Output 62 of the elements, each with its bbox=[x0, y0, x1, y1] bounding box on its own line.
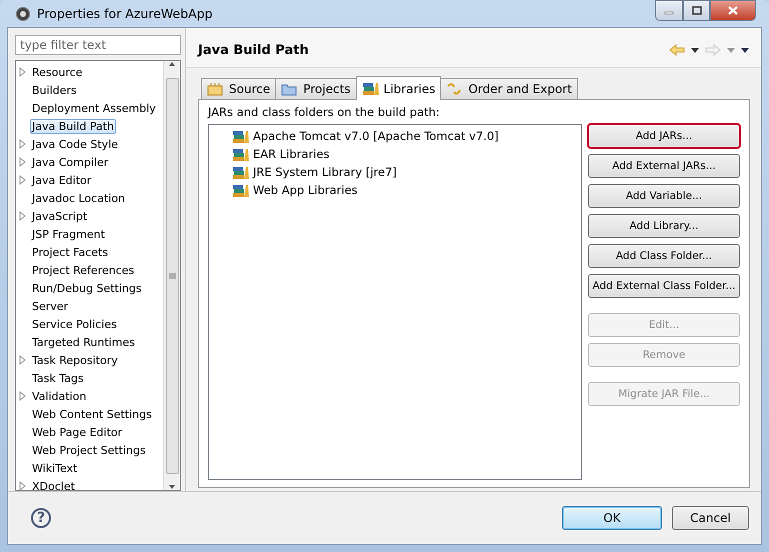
tree-item[interactable]: Targeted Runtimes bbox=[30, 334, 137, 350]
scroll-up-icon bbox=[168, 61, 176, 67]
action-button[interactable]: Add JARs... bbox=[588, 124, 740, 148]
tree-item[interactable]: Javadoc Location bbox=[30, 190, 128, 206]
books-icon bbox=[232, 164, 249, 180]
help-button[interactable]: ? bbox=[31, 508, 51, 528]
minimize-button[interactable] bbox=[655, 0, 683, 21]
books-icon bbox=[362, 81, 379, 96]
books-icon bbox=[232, 146, 249, 162]
grip-icon bbox=[168, 272, 176, 278]
library-list[interactable]: Apache Tomcat v7.0 [Apache Tomcat v7.0] EAR Libraries JRE System Library [jre7] Web App Libraries bbox=[208, 124, 582, 480]
action-button[interactable]: Add External Class Folder... bbox=[588, 274, 740, 298]
tree-item[interactable]: WikiText bbox=[30, 460, 80, 476]
tree-item[interactable]: Web Project Settings bbox=[30, 442, 148, 458]
tree-item[interactable]: Project References bbox=[30, 262, 136, 278]
close-button[interactable] bbox=[710, 0, 756, 21]
scrollbar[interactable] bbox=[163, 61, 180, 490]
library-item[interactable]: EAR Libraries bbox=[253, 147, 330, 161]
tree-item[interactable]: Validation bbox=[30, 388, 88, 404]
library-item[interactable]: JRE System Library [jre7] bbox=[253, 165, 397, 179]
tree-item[interactable]: Run/Debug Settings bbox=[30, 280, 144, 296]
books-icon bbox=[232, 128, 249, 144]
tree-item[interactable]: Web Content Settings bbox=[30, 406, 154, 422]
action-button[interactable]: Add Class Folder... bbox=[588, 244, 740, 268]
tree-item[interactable]: Task Repository bbox=[30, 352, 120, 368]
tree-item[interactable]: Java Compiler bbox=[30, 154, 110, 170]
tree-item[interactable]: Java Build Path bbox=[30, 118, 116, 134]
tree-item[interactable]: Resource bbox=[30, 64, 84, 80]
tab[interactable]: Source bbox=[201, 78, 276, 99]
library-item[interactable]: Apache Tomcat v7.0 [Apache Tomcat v7.0] bbox=[253, 129, 499, 143]
tree-item[interactable]: JavaScript bbox=[30, 208, 90, 224]
tab[interactable]: Order and Export bbox=[440, 78, 578, 99]
tree-item[interactable]: Deployment Assembly bbox=[30, 100, 158, 116]
tree-item[interactable]: Server bbox=[30, 298, 70, 314]
close-icon bbox=[727, 5, 739, 16]
tree-item[interactable]: Task Tags bbox=[30, 370, 86, 386]
tree-item[interactable]: Builders bbox=[30, 82, 79, 98]
library-item[interactable]: Web App Libraries bbox=[253, 183, 358, 197]
window-title: Properties for AzureWebApp bbox=[37, 6, 214, 21]
tree-item[interactable]: Java Code Style bbox=[30, 136, 120, 152]
tree-item[interactable]: Web Page Editor bbox=[30, 424, 124, 440]
page-title: Java Build Path bbox=[198, 42, 310, 58]
scroll-down-icon bbox=[168, 484, 176, 490]
tab[interactable]: Libraries bbox=[356, 76, 442, 100]
dropdown-icon[interactable] bbox=[691, 48, 699, 52]
action-button[interactable]: Add Variable... bbox=[588, 184, 740, 208]
tree-item[interactable]: JSP Fragment bbox=[30, 226, 107, 242]
action-button[interactable]: Add Library... bbox=[588, 214, 740, 238]
list-label: JARs and class folders on the build path: bbox=[208, 105, 441, 119]
tree-item[interactable]: Project Facets bbox=[30, 244, 110, 260]
back-arrow-icon[interactable] bbox=[669, 44, 685, 56]
dialog-button[interactable]: Cancel bbox=[672, 506, 749, 530]
maximize-button[interactable] bbox=[683, 0, 710, 21]
tree-item[interactable]: XDoclet bbox=[30, 478, 77, 490]
books-icon bbox=[232, 182, 249, 198]
filter-field[interactable]: type filter text bbox=[15, 35, 181, 55]
dialog-button[interactable]: OK bbox=[562, 506, 662, 530]
action-button[interactable]: Add External JARs... bbox=[588, 154, 740, 178]
tab[interactable]: Projects bbox=[275, 78, 357, 99]
tree-item[interactable]: Service Policies bbox=[30, 316, 119, 332]
maximize-icon bbox=[692, 6, 702, 15]
tree-item[interactable]: Java Editor bbox=[30, 172, 94, 188]
